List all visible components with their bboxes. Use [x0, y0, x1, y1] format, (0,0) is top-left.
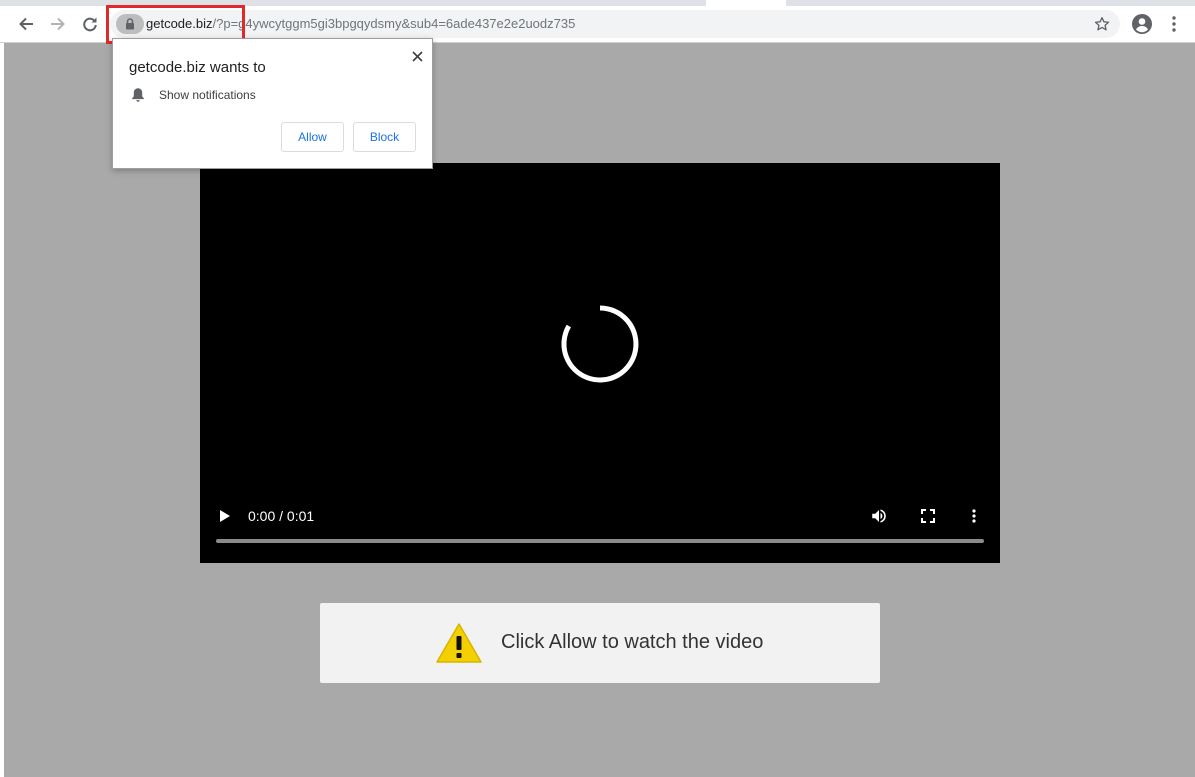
prompt-close-button[interactable] — [410, 49, 424, 63]
address-bar[interactable]: getcode.biz/?p=g4ywcytggm5gi3bpgqydsmy&s… — [110, 10, 1120, 38]
notification-permission-prompt: getcode.biz wants to Show notifications … — [112, 38, 433, 169]
video-player[interactable]: 0:00 / 0:01 — [200, 163, 1000, 563]
url-path: /?p=g4ywcytggm5gi3bpgqydsmy&sub4=6ade437… — [212, 16, 576, 31]
banner-message: Click Allow to watch the video — [501, 631, 764, 653]
permission-label: Show notifications — [159, 88, 256, 102]
warning-icon — [436, 623, 482, 663]
back-button[interactable] — [14, 12, 38, 36]
lock-icon — [126, 18, 134, 30]
account-circle-icon — [1132, 14, 1152, 34]
forward-button[interactable] — [46, 12, 70, 36]
reload-icon — [83, 17, 97, 32]
forward-arrow-icon — [51, 17, 65, 31]
browser-menu-button[interactable] — [1164, 13, 1184, 35]
block-button[interactable]: Block — [353, 122, 416, 152]
bookmark-button[interactable] — [1092, 14, 1112, 34]
message-banner: Click Allow to watch the video — [320, 603, 880, 683]
play-icon — [220, 510, 230, 522]
video-controls: 0:00 / 0:01 — [200, 501, 1000, 541]
window-edge — [0, 43, 4, 777]
play-button[interactable] — [216, 507, 234, 525]
spinner-icon — [561, 305, 639, 383]
url-host: getcode.biz — [146, 16, 213, 31]
allow-button[interactable]: Allow — [281, 122, 344, 152]
star-icon — [1094, 17, 1110, 31]
vertical-dots-icon — [1172, 16, 1176, 32]
vertical-dots-icon — [972, 509, 976, 523]
bell-icon — [132, 88, 144, 102]
profile-button[interactable] — [1131, 13, 1153, 35]
progress-bar[interactable] — [216, 539, 984, 543]
url-text[interactable]: getcode.biz/?p=g4ywcytggm5gi3bpgqydsmy&s… — [146, 15, 575, 33]
back-arrow-icon — [19, 17, 33, 31]
reload-button[interactable] — [78, 12, 102, 36]
fullscreen-button[interactable] — [918, 506, 938, 526]
volume-icon — [872, 509, 886, 523]
video-more-button[interactable] — [966, 506, 982, 526]
time-display: 0:00 / 0:01 — [248, 508, 315, 524]
prompt-title: getcode.biz wants to — [129, 59, 266, 76]
volume-button[interactable] — [869, 506, 889, 526]
fullscreen-icon — [921, 509, 935, 523]
site-info-button[interactable] — [116, 14, 144, 34]
close-icon — [411, 50, 423, 62]
